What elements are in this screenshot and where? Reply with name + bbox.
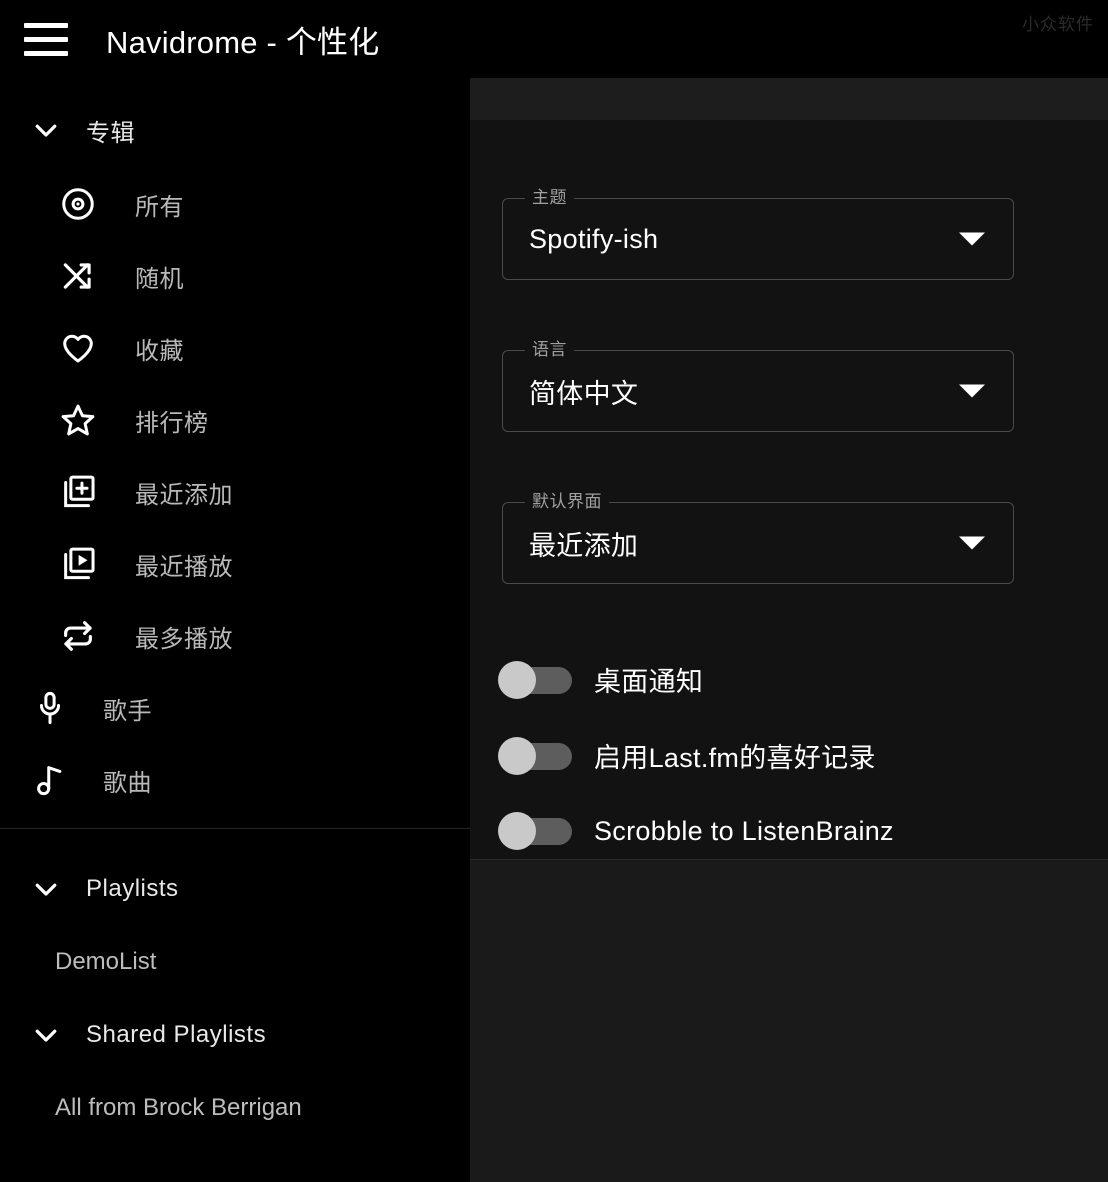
sidebar-group-label: Playlists [86, 875, 179, 902]
content-top-strip [470, 78, 1108, 120]
page-title: Navidrome - 个性化 [106, 24, 380, 60]
sidebar-item-recently-added[interactable]: 最近添加 [0, 456, 470, 528]
default-view-select-value: 最近添加 [529, 530, 639, 561]
toggle-knob [498, 812, 536, 850]
caret-down-icon[interactable] [959, 536, 985, 550]
sidebar-item-random[interactable]: 随机 [0, 240, 470, 312]
language-select-value: 简体中文 [529, 378, 639, 409]
desktop-notifications-row[interactable]: 桌面通知 [498, 660, 703, 699]
listenbrainz-scrobble-label: Scrobble to ListenBrainz [594, 815, 894, 846]
sidebar-item-recently-played[interactable]: 最近播放 [0, 528, 470, 600]
sidebar-item-label: 最近播放 [135, 553, 233, 581]
star-icon [58, 400, 98, 440]
library-add-icon [58, 472, 98, 512]
microphone-icon [30, 688, 70, 728]
hamburger-bar-1 [24, 22, 68, 28]
caret-down-icon[interactable] [959, 232, 985, 246]
sidebar-item-top-rated[interactable]: 排行榜 [0, 384, 470, 456]
sidebar-item-demolist[interactable]: DemoList [0, 927, 470, 997]
sidebar-item-most-played[interactable]: 最多播放 [0, 600, 470, 672]
default-view-select-label: 默认界面 [525, 492, 609, 512]
toggle-knob [498, 660, 536, 699]
album-disc-icon [58, 184, 98, 224]
chevron-down-icon[interactable] [28, 1017, 64, 1053]
chevron-down-icon[interactable] [28, 871, 64, 907]
lastfm-scrobble-label: 启用Last.fm的喜好记录 [594, 743, 876, 773]
theme-select[interactable]: 主题 Spotify-ish [502, 188, 1014, 280]
sidebar-item-label: 歌曲 [103, 769, 152, 797]
content-area: 主题 Spotify-ish 语言 简体中文 默认界面 最近添加 桌面通知 启用… [470, 78, 1108, 1182]
sidebar-item-all-albums[interactable]: 所有 [0, 168, 470, 240]
lastfm-scrobble-row[interactable]: 启用Last.fm的喜好记录 [498, 736, 876, 775]
personal-settings-card: 主题 Spotify-ish 语言 简体中文 默认界面 最近添加 桌面通知 启用… [470, 120, 1108, 860]
library-play-icon [58, 544, 98, 584]
heart-icon [58, 328, 98, 368]
repeat-icon [58, 616, 98, 656]
listenbrainz-scrobble-row[interactable]: Scrobble to ListenBrainz [498, 812, 894, 850]
sidebar-item-label: 收藏 [135, 337, 184, 365]
listenbrainz-scrobble-toggle[interactable] [498, 812, 572, 850]
shuffle-icon [58, 256, 98, 296]
music-note-icon [30, 760, 70, 800]
sidebar-item-all-from-brock-berrigan[interactable]: All from Brock Berrigan [0, 1073, 470, 1143]
watermark-text: 小众软件 [1022, 15, 1094, 34]
caret-down-icon[interactable] [959, 384, 985, 398]
sidebar-item-songs[interactable]: 歌曲 [0, 744, 470, 816]
sidebar-group-label: Shared Playlists [86, 1021, 267, 1048]
language-select[interactable]: 语言 简体中文 [502, 340, 1014, 432]
sidebar-item-label: All from Brock Berrigan [55, 1094, 302, 1121]
default-view-select[interactable]: 默认界面 最近添加 [502, 492, 1014, 584]
theme-select-value: Spotify-ish [529, 223, 659, 254]
hamburger-bar-2 [24, 36, 68, 42]
sidebar-group-albums: 专辑 所有 随机 收藏 排行榜 最近添加 最近播放 最多播放 歌手 歌曲 [0, 78, 470, 816]
hamburger-bar-3 [24, 50, 68, 56]
sidebar-group-header-shared-playlists[interactable]: Shared Playlists [0, 997, 470, 1073]
lastfm-scrobble-toggle[interactable] [498, 736, 572, 775]
sidebar-item-label: 排行榜 [135, 409, 209, 437]
navidrome-app-window: Navidrome - 个性化 小众软件 专辑 所有 随机 收藏 排行榜 最近添… [0, 0, 1108, 1182]
language-select-label: 语言 [525, 340, 574, 360]
sidebar-item-artists[interactable]: 歌手 [0, 672, 470, 744]
sidebar-item-label: 歌手 [103, 697, 152, 725]
theme-select-label: 主题 [525, 188, 574, 208]
sidebar-item-label: 最近添加 [135, 481, 233, 509]
desktop-notifications-toggle[interactable] [498, 660, 572, 699]
sidebar-item-label: 所有 [135, 193, 184, 221]
desktop-notifications-label: 桌面通知 [594, 667, 704, 697]
sidebar-item-label: 最多播放 [135, 625, 233, 653]
sidebar: 专辑 所有 随机 收藏 排行榜 最近添加 最近播放 最多播放 歌手 歌曲 Pla… [0, 78, 470, 1182]
app-bar: Navidrome - 个性化 小众软件 [0, 0, 1108, 78]
chevron-down-icon[interactable] [28, 112, 64, 148]
sidebar-item-label: DemoList [55, 948, 157, 975]
toggle-knob [498, 736, 536, 775]
hamburger-menu-icon[interactable] [24, 19, 72, 59]
sidebar-item-favourites[interactable]: 收藏 [0, 312, 470, 384]
sidebar-group-header-albums[interactable]: 专辑 [0, 92, 470, 168]
sidebar-group-header-playlists[interactable]: Playlists [0, 851, 470, 927]
sidebar-item-label: 随机 [135, 265, 184, 293]
sidebar-group-label: 专辑 [86, 119, 135, 147]
